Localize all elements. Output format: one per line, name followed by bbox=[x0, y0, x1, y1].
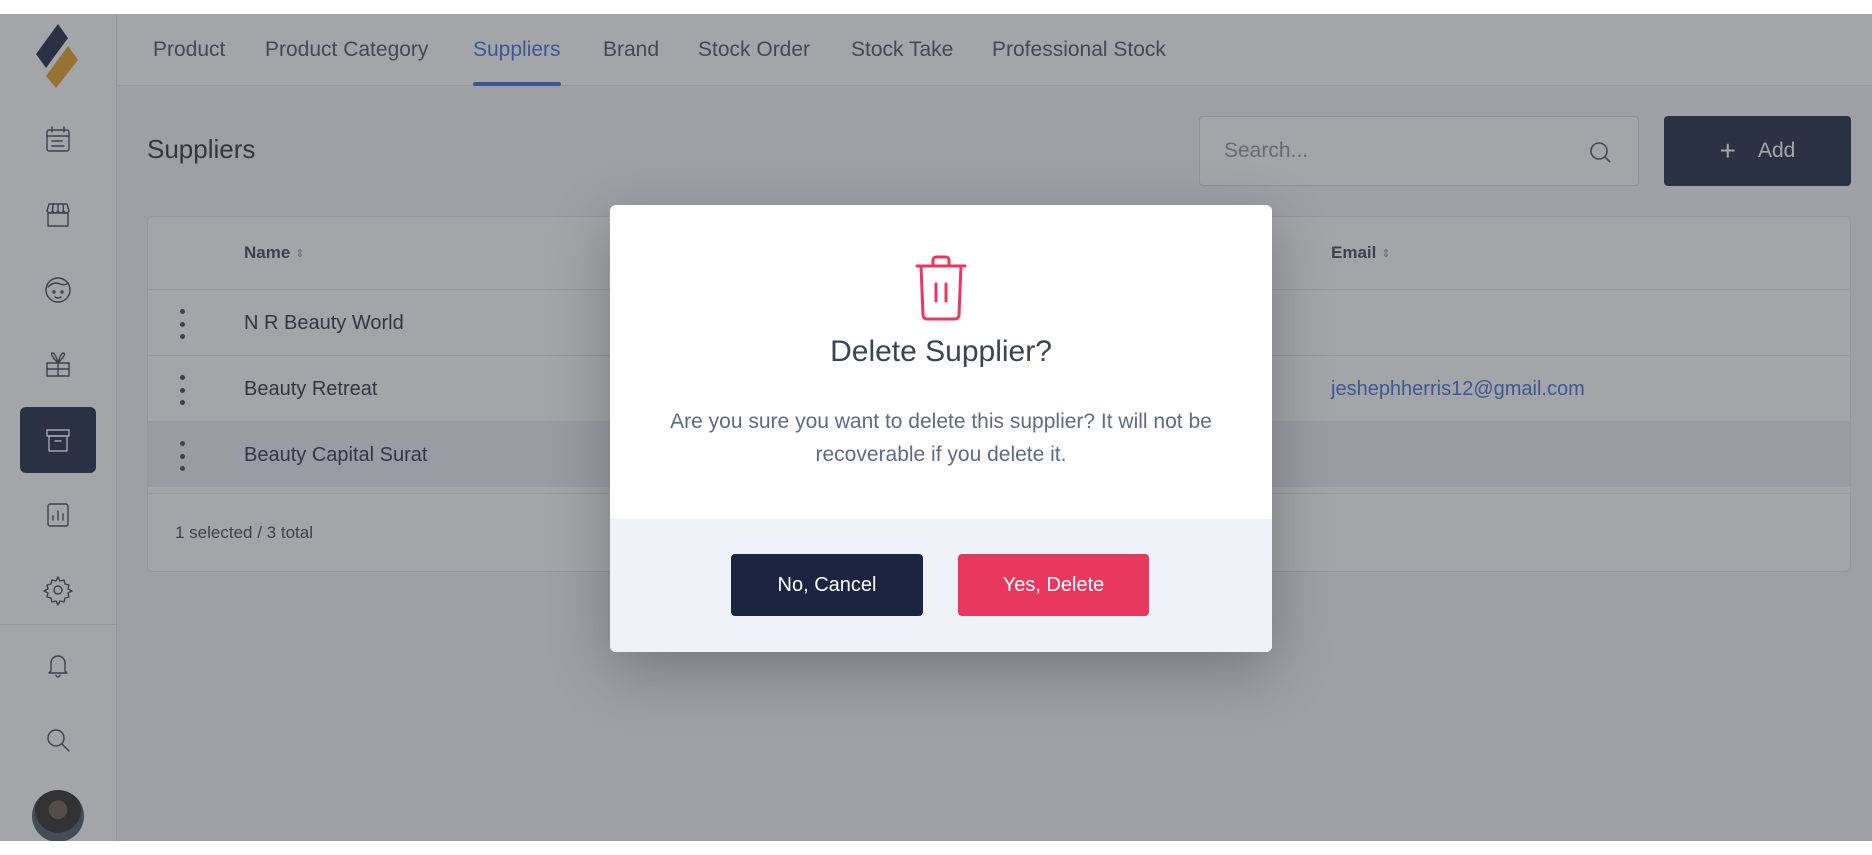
cancel-button[interactable]: No, Cancel bbox=[731, 554, 923, 616]
dialog-footer: No, Cancel Yes, Delete bbox=[610, 519, 1272, 652]
dialog-message: Are you sure you want to delete this sup… bbox=[670, 410, 1212, 466]
bottom-strip bbox=[0, 841, 1872, 855]
dialog-title: Delete Supplier? bbox=[830, 335, 1052, 368]
delete-supplier-dialog: Delete Supplier? Are you sure you want t… bbox=[610, 205, 1272, 652]
top-strip bbox=[0, 0, 1872, 14]
confirm-delete-button[interactable]: Yes, Delete bbox=[958, 554, 1149, 616]
trash-icon bbox=[911, 255, 971, 321]
